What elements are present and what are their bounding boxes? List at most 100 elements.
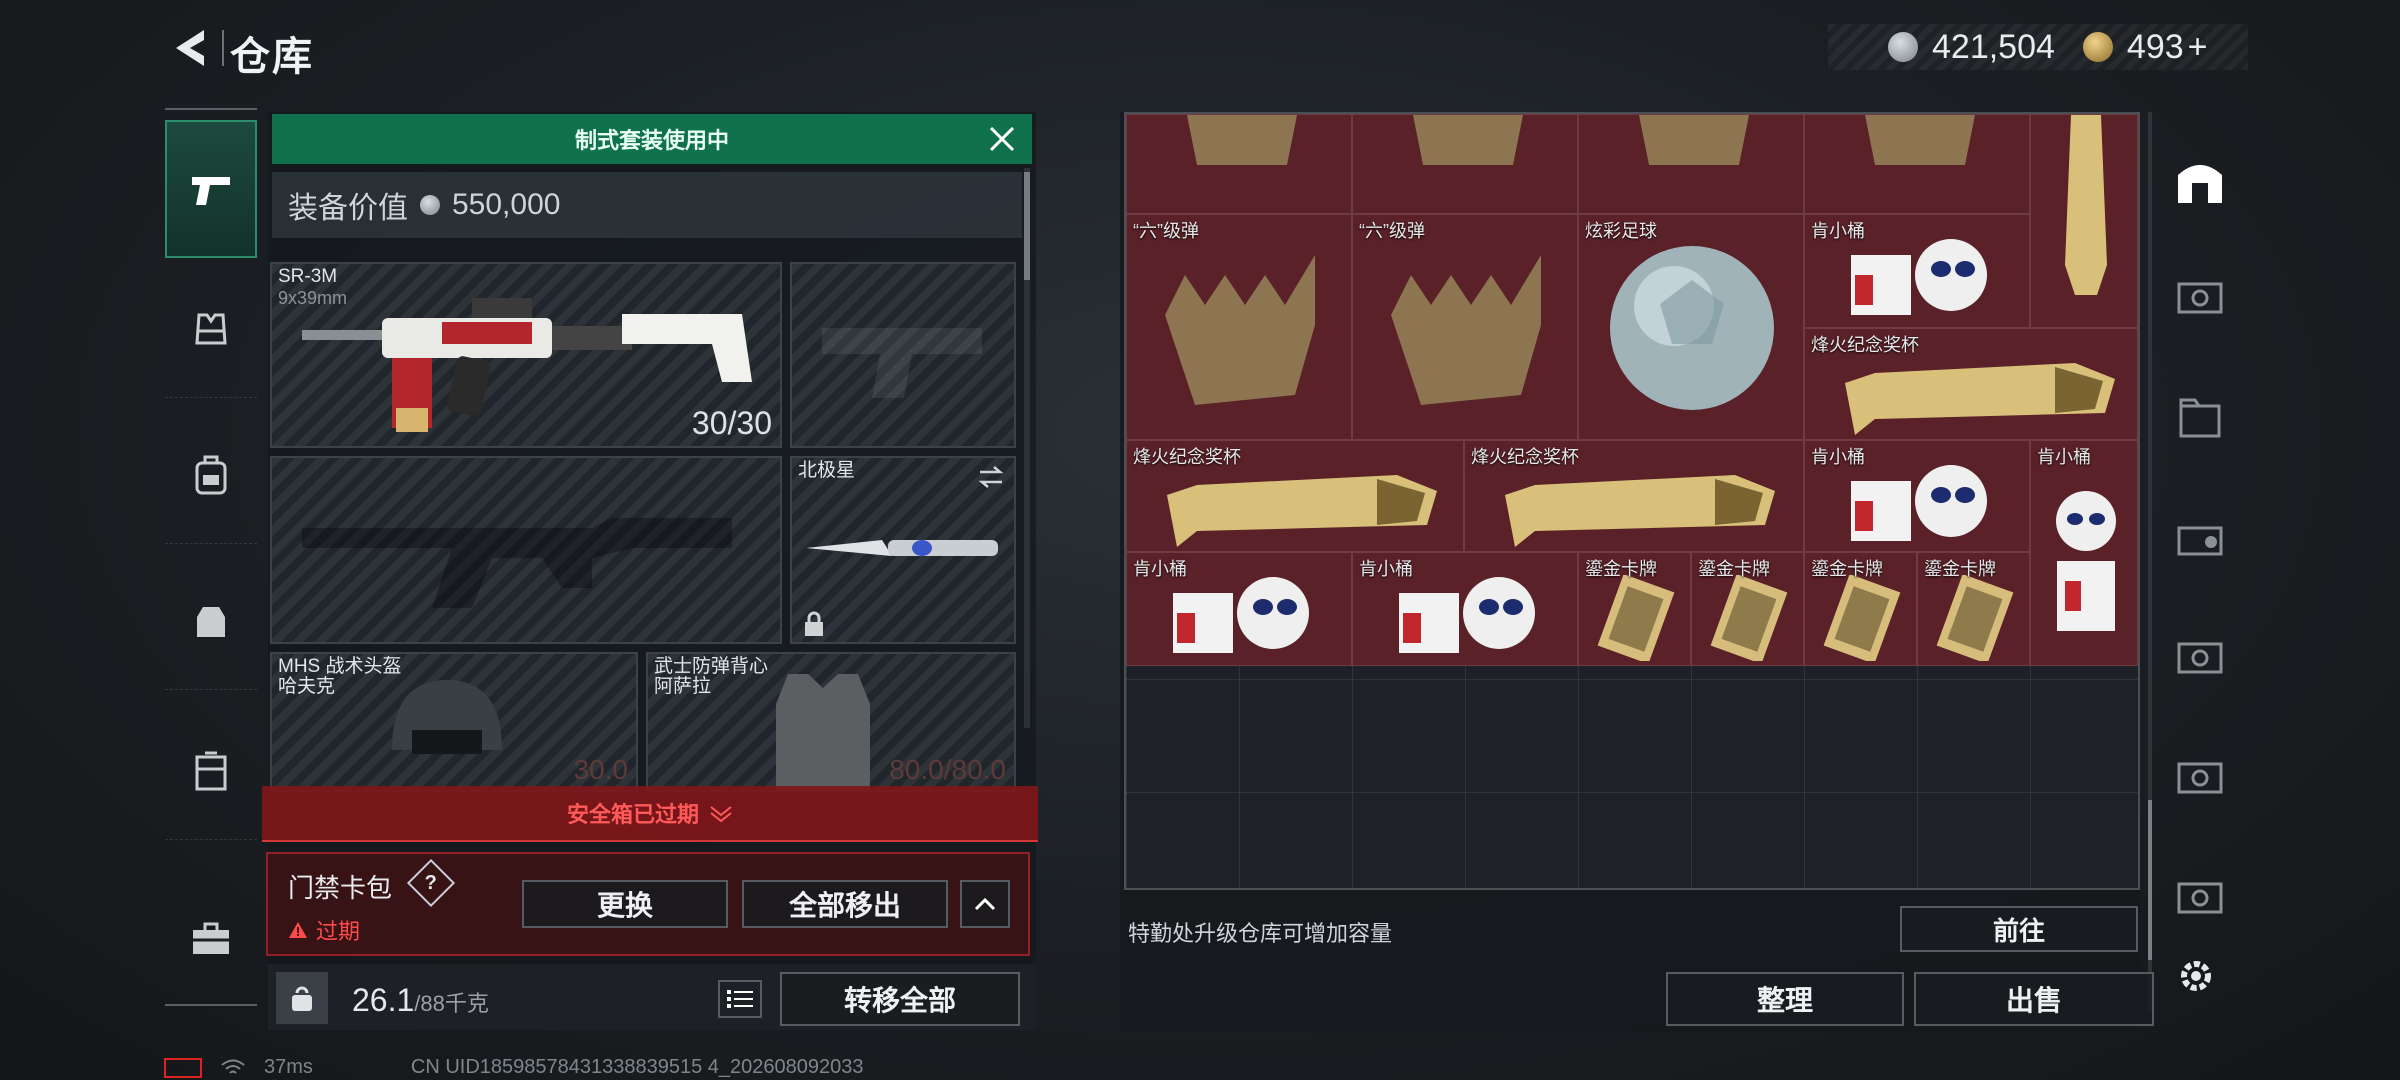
bucket-figure-icon — [1851, 465, 1987, 541]
list-view-button[interactable] — [718, 980, 762, 1018]
gold-hand-icon — [1413, 115, 1523, 165]
storage-item[interactable]: 鎏金卡牌 — [1691, 552, 1804, 666]
storage-item[interactable]: 肯小桶 — [1126, 552, 1352, 666]
storage-item[interactable]: 肯小桶 — [1804, 440, 2030, 552]
ammo-item-partial[interactable] — [1804, 114, 2030, 214]
silver-coin-icon — [420, 195, 440, 215]
storage-box-icon — [2177, 762, 2223, 794]
armor-name: 武士防弹背心 — [654, 656, 769, 677]
category-toolbox[interactable] — [165, 870, 257, 1008]
warehouse-icon — [2178, 165, 2222, 203]
storage-item[interactable]: 炫彩足球 — [1578, 214, 1804, 440]
storage-item[interactable]: 鎏金卡牌 — [1804, 552, 1917, 666]
keycard-label: 门禁卡包 — [288, 873, 393, 903]
category-armor[interactable] — [165, 260, 257, 398]
sort-button[interactable]: 整理 — [1666, 972, 1904, 1026]
bucket-figure-icon — [1399, 577, 1535, 653]
melee-name: 北极星 — [798, 460, 856, 481]
storage-tab-2[interactable] — [2170, 388, 2230, 448]
vest-icon — [195, 313, 227, 344]
rifle-placeholder-icon — [302, 518, 732, 608]
storage-item[interactable]: 肯小桶 — [2030, 440, 2138, 666]
kettlebell-icon — [292, 986, 312, 1011]
settings-button[interactable] — [2172, 952, 2220, 1000]
expired-status: 过期 — [288, 914, 360, 946]
storage-box-icon — [2177, 642, 2223, 674]
safebox-expired-bar[interactable]: 安全箱已过期 — [262, 786, 1038, 842]
storage-tab-6[interactable] — [2170, 868, 2230, 928]
trophy-icon — [2065, 115, 2107, 295]
storage-item[interactable]: 烽火纪念奖杯 — [1126, 440, 1464, 552]
category-weapons[interactable] — [165, 120, 257, 258]
primary-weapon-slot[interactable]: SR-3M 9x39mm 30/30 — [270, 262, 782, 448]
storage-tab-rail — [2160, 112, 2240, 952]
sell-button[interactable]: 出售 — [1914, 972, 2154, 1026]
helmet-slot[interactable]: MHS 战术头盔 哈夫克 30.0 — [270, 652, 638, 792]
banner-close-button[interactable] — [980, 118, 1024, 160]
pistol-placeholder-icon — [822, 328, 982, 398]
category-chest-rig[interactable] — [165, 552, 257, 690]
storage-item[interactable]: 烽火纪念奖杯 — [1804, 328, 2138, 440]
weight-icon — [276, 972, 328, 1024]
container-icon — [195, 751, 227, 790]
category-backpack[interactable] — [165, 406, 257, 544]
list-icon — [727, 990, 753, 1008]
storage-grid[interactable]: “六”级弹 “六”级弹 炫彩足球 肯小桶 烽火纪念奖杯 烽火纪念奖杯 烽火纪念奖… — [1124, 112, 2140, 890]
transfer-all-button[interactable]: 转移全部 — [780, 972, 1020, 1026]
loadout-scroll-thumb[interactable] — [1024, 172, 1030, 280]
chest-rig-icon — [197, 606, 225, 637]
replace-button[interactable]: 更换 — [522, 880, 728, 928]
storage-tab-5[interactable] — [2170, 748, 2230, 808]
trophy-icon — [1845, 363, 2115, 435]
item-name: “六”级弹 — [1133, 221, 1199, 241]
storage-item[interactable]: 肯小桶 — [1352, 552, 1578, 666]
storage-box-icon — [2177, 282, 2223, 314]
storage-item[interactable]: 鎏金卡牌 — [1578, 552, 1691, 666]
battery-icon — [164, 1057, 202, 1078]
trophy-item-partial[interactable] — [2030, 114, 2138, 328]
storage-scroll-thumb[interactable] — [2148, 800, 2152, 960]
goto-button[interactable]: 前往 — [1900, 906, 2138, 952]
body-armor-icon — [776, 674, 870, 790]
soccer-ball-icon — [1610, 246, 1774, 410]
toolbox-icon — [193, 922, 229, 954]
bucket-figure-icon — [1851, 239, 1987, 315]
helmet-icon — [392, 680, 502, 754]
silver-coin-icon — [1888, 32, 1918, 62]
add-currency-button[interactable]: + — [2188, 28, 2208, 67]
item-name: 鎏金卡牌 — [1924, 559, 1996, 579]
collapse-button[interactable] — [960, 880, 1010, 928]
upgrade-note: 特勤处升级仓库可增加容量 — [1128, 921, 1393, 946]
chevron-up-icon — [974, 897, 996, 911]
storage-tab-1[interactable] — [2170, 268, 2230, 328]
category-container[interactable] — [165, 702, 257, 840]
storage-tab-3[interactable] — [2170, 508, 2230, 568]
remove-all-button[interactable]: 全部移出 — [742, 880, 948, 928]
ammo-item-partial[interactable] — [1126, 114, 1352, 214]
help-mark: ? — [424, 871, 438, 894]
second-primary-slot[interactable] — [270, 456, 782, 644]
storage-tab-home[interactable] — [2170, 152, 2230, 212]
back-button[interactable] — [160, 22, 220, 74]
storage-item[interactable]: 肯小桶 — [1804, 214, 2030, 328]
armor-slot[interactable]: 武士防弹背心 阿萨拉 80.0/80.0 — [646, 652, 1016, 792]
storage-item[interactable]: 烽火纪念奖杯 — [1464, 440, 1804, 552]
storage-item[interactable]: “六”级弹 — [1126, 214, 1352, 440]
storage-tab-4[interactable] — [2170, 628, 2230, 688]
gold-hand-icon — [1165, 255, 1315, 405]
ammo-item-partial[interactable] — [1578, 114, 1804, 214]
backpack-icon — [195, 455, 227, 494]
swap-icon[interactable] — [976, 464, 1006, 490]
bucket-figure-icon — [2056, 491, 2116, 631]
gold-hand-icon — [1391, 255, 1541, 405]
item-name: 肯小桶 — [1359, 559, 1413, 579]
silver-amount: 421,504 — [1932, 27, 2055, 66]
secondary-weapon-slot[interactable] — [790, 262, 1016, 448]
ammo-item-partial[interactable] — [1352, 114, 1578, 214]
gold-card-icon — [1823, 575, 1901, 661]
item-name: 鎏金卡牌 — [1698, 559, 1770, 579]
storage-item[interactable]: 鎏金卡牌 — [1917, 552, 2030, 666]
gti-case-icon — [2177, 526, 2223, 556]
melee-slot[interactable]: 北极星 — [790, 456, 1016, 644]
storage-item[interactable]: “六”级弹 — [1352, 214, 1578, 440]
